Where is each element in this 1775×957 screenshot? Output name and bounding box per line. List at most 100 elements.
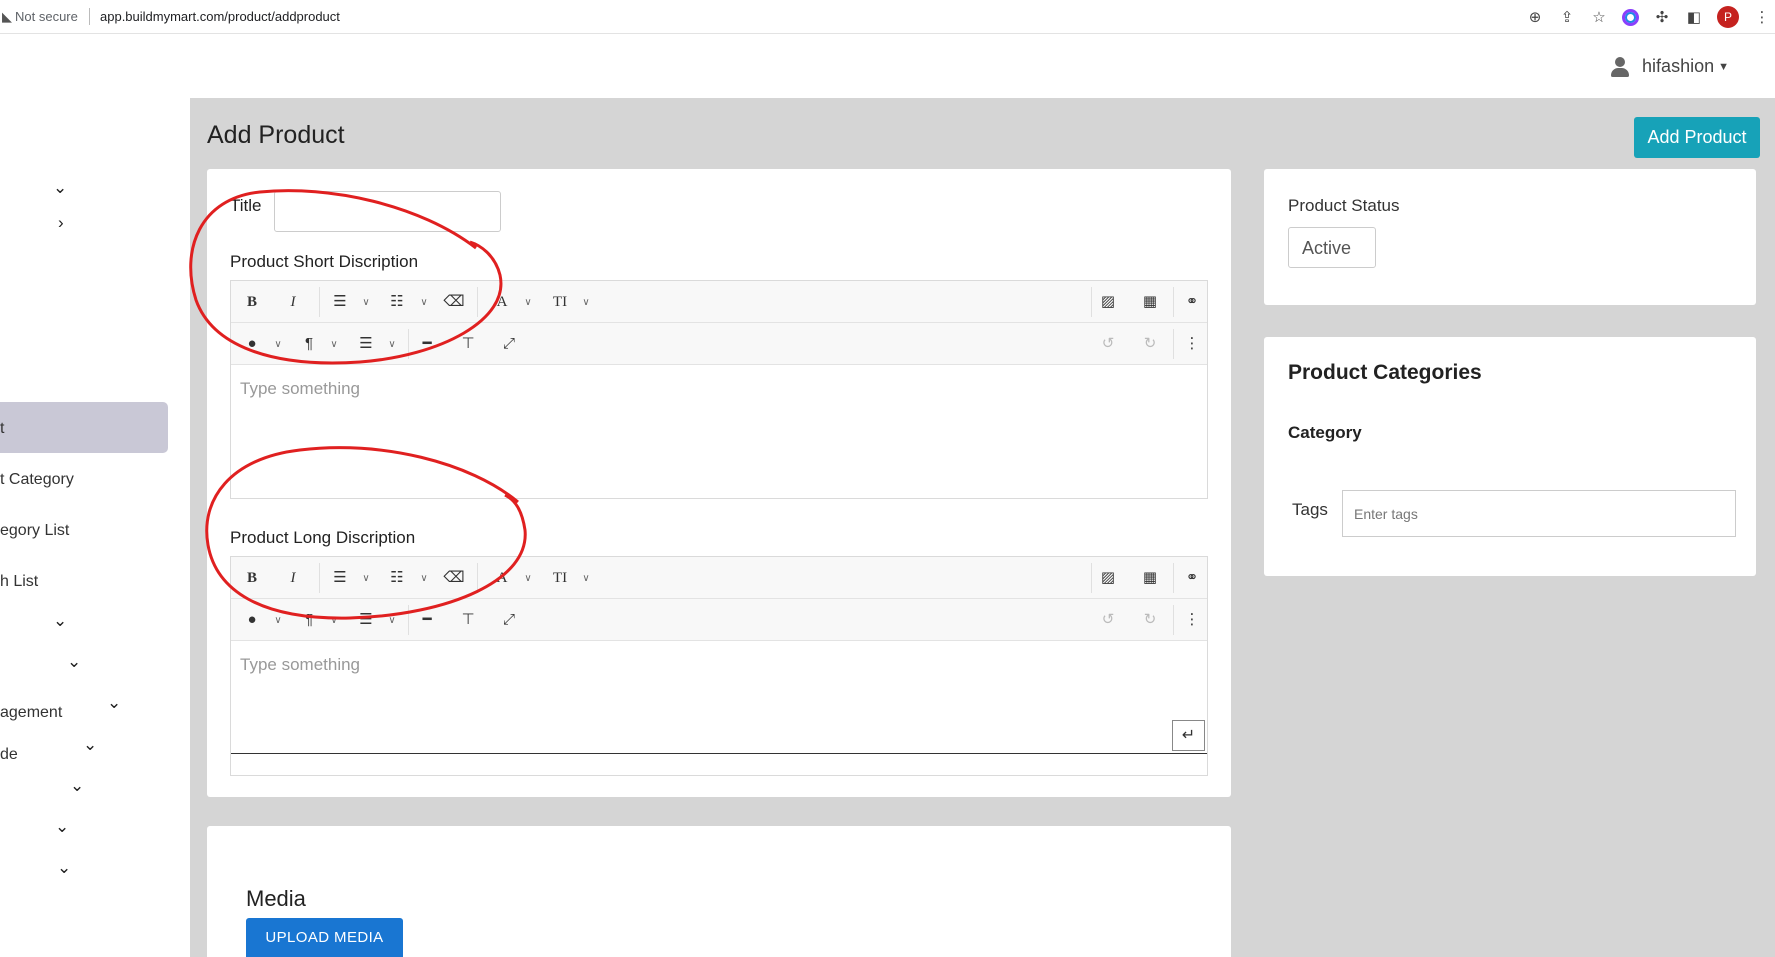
bold-icon[interactable]: B — [241, 568, 263, 588]
divider — [319, 563, 320, 593]
paragraph-icon[interactable]: ¶ — [298, 610, 320, 630]
puzzle-icon[interactable]: ✣ — [1653, 8, 1671, 26]
divider — [89, 8, 90, 25]
table-icon[interactable]: ▦ — [1139, 568, 1161, 588]
fullscreen-icon[interactable]: ⤢ — [498, 334, 520, 354]
paragraph-icon[interactable]: ¶ — [298, 334, 320, 354]
italic-icon[interactable]: I — [282, 568, 304, 588]
editor-placeholder: Type something — [240, 655, 361, 674]
image-icon[interactable]: ▨ — [1097, 568, 1119, 588]
divider — [477, 563, 478, 593]
title-input[interactable] — [274, 191, 501, 232]
fullscreen-icon[interactable]: ⤢ — [498, 610, 520, 630]
chevron-down-icon[interactable]: ∨ — [359, 569, 373, 589]
sidebar-item-category-list[interactable]: egory List — [0, 522, 69, 540]
short-description-editor: B I ☰ ∨ ☷ ∨ ⌫ A ∨ TI ∨ ▨ ▦ ⚭ ● ∨ ¶ ∨ ☰ ∨… — [230, 280, 1208, 499]
format-painter-icon[interactable]: ⊤ — [457, 610, 479, 630]
horizontal-rule-icon[interactable]: ━ — [416, 610, 438, 630]
tags-input[interactable]: Enter tags — [1342, 490, 1736, 537]
media-heading: Media — [246, 886, 306, 911]
user-menu[interactable]: hifashion ▼ — [1610, 56, 1729, 77]
chevron-down-icon[interactable]: ⌄ — [107, 693, 121, 713]
chevron-down-icon[interactable]: ∨ — [359, 293, 373, 313]
divider — [1173, 605, 1174, 635]
chevron-down-icon[interactable]: ∨ — [385, 335, 399, 355]
more-icon[interactable]: ⋮ — [1181, 334, 1203, 354]
extension-icon[interactable] — [1622, 8, 1639, 26]
chevron-down-icon[interactable]: ∨ — [579, 569, 593, 589]
chevron-down-icon[interactable]: ∨ — [327, 335, 341, 355]
sidepanel-icon[interactable]: ◧ — [1685, 8, 1703, 26]
redo-icon[interactable]: ↻ — [1139, 610, 1161, 630]
font-size-icon[interactable]: TI — [549, 568, 571, 588]
sidebar-item-code[interactable]: de — [0, 746, 18, 764]
editor-toolbar: ● ∨ ¶ ∨ ☰ ∨ ━ ⊤ ⤢ ↺ ↻ ⋮ — [231, 599, 1207, 641]
chevron-down-icon[interactable]: ⌄ — [70, 776, 84, 796]
sidebar-active-item[interactable] — [0, 402, 168, 453]
product-status-select[interactable]: Active — [1288, 227, 1376, 268]
more-icon[interactable]: ⋮ — [1181, 610, 1203, 630]
chevron-down-icon[interactable]: ⌄ — [55, 817, 69, 837]
font-color-icon[interactable]: A — [491, 292, 513, 312]
star-icon[interactable]: ☆ — [1590, 8, 1608, 26]
font-size-icon[interactable]: TI — [549, 292, 571, 312]
chevron-down-icon[interactable]: ∨ — [579, 293, 593, 313]
chevron-right-icon[interactable]: › — [58, 213, 64, 233]
numbered-list-icon[interactable]: ☷ — [386, 568, 408, 588]
undo-icon[interactable]: ↺ — [1097, 610, 1119, 630]
eraser-icon[interactable]: ⌫ — [443, 568, 465, 588]
chevron-down-icon[interactable]: ∨ — [521, 569, 535, 589]
sidebar-item-product-category[interactable]: t Category — [0, 471, 74, 489]
chevron-down-icon[interactable]: ∨ — [521, 293, 535, 313]
chevron-down-icon[interactable]: ⌄ — [57, 858, 71, 878]
bold-icon[interactable]: B — [241, 292, 263, 312]
link-icon[interactable]: ⚭ — [1181, 568, 1203, 588]
horizontal-rule-icon[interactable]: ━ — [416, 334, 438, 354]
chevron-down-icon[interactable]: ∨ — [327, 611, 341, 631]
chevron-down-icon[interactable]: ∨ — [417, 569, 431, 589]
chevron-down-icon[interactable]: ⌄ — [53, 178, 67, 198]
divider — [477, 287, 478, 317]
italic-icon[interactable]: I — [282, 292, 304, 312]
more-menu-icon[interactable]: ⋮ — [1753, 8, 1771, 26]
undo-icon[interactable]: ↺ — [1097, 334, 1119, 354]
chevron-down-icon[interactable]: ∨ — [385, 611, 399, 631]
chevron-down-icon[interactable]: ⌄ — [53, 611, 67, 631]
zoom-icon[interactable]: ⊕ — [1526, 8, 1544, 26]
upload-media-button[interactable]: UPLOAD MEDIA — [246, 918, 403, 957]
align-icon[interactable]: ☰ — [355, 334, 377, 354]
chevron-down-icon[interactable]: ∨ — [271, 335, 285, 355]
profile-avatar[interactable]: P — [1717, 6, 1739, 28]
sidebar-item-branch-list[interactable]: h List — [0, 573, 38, 591]
bullet-list-icon[interactable]: ☰ — [329, 292, 351, 312]
chevron-down-icon[interactable]: ⌄ — [83, 735, 97, 755]
link-icon[interactable]: ⚭ — [1181, 292, 1203, 312]
share-icon[interactable]: ⇪ — [1558, 8, 1576, 26]
format-painter-icon[interactable]: ⊤ — [457, 334, 479, 354]
divider — [1173, 287, 1174, 317]
return-icon[interactable]: ↵ — [1172, 720, 1205, 751]
bullet-list-icon[interactable]: ☰ — [329, 568, 351, 588]
security-status[interactable]: Not secure — [15, 9, 78, 24]
warning-icon[interactable]: ◣ — [2, 9, 12, 25]
numbered-list-icon[interactable]: ☷ — [386, 292, 408, 312]
eraser-icon[interactable]: ⌫ — [443, 292, 465, 312]
color-drop-icon[interactable]: ● — [241, 610, 263, 630]
username: hifashion — [1642, 56, 1715, 76]
chevron-down-icon[interactable]: ∨ — [417, 293, 431, 313]
redo-icon[interactable]: ↻ — [1139, 334, 1161, 354]
table-icon[interactable]: ▦ — [1139, 292, 1161, 312]
short-description-content[interactable]: Type something — [231, 365, 1207, 498]
sidebar-item-product[interactable]: t — [0, 420, 4, 438]
divider — [319, 287, 320, 317]
image-icon[interactable]: ▨ — [1097, 292, 1119, 312]
chevron-down-icon[interactable]: ∨ — [271, 611, 285, 631]
sidebar-item-management[interactable]: agement — [0, 704, 62, 722]
font-color-icon[interactable]: A — [491, 568, 513, 588]
long-description-content[interactable]: Type something ↵ — [231, 641, 1207, 754]
align-icon[interactable]: ☰ — [355, 610, 377, 630]
url-field[interactable]: app.buildmymart.com/product/addproduct — [100, 9, 340, 24]
add-product-button[interactable]: Add Product — [1634, 117, 1760, 158]
color-drop-icon[interactable]: ● — [241, 334, 263, 354]
chevron-down-icon[interactable]: ⌄ — [67, 652, 81, 672]
